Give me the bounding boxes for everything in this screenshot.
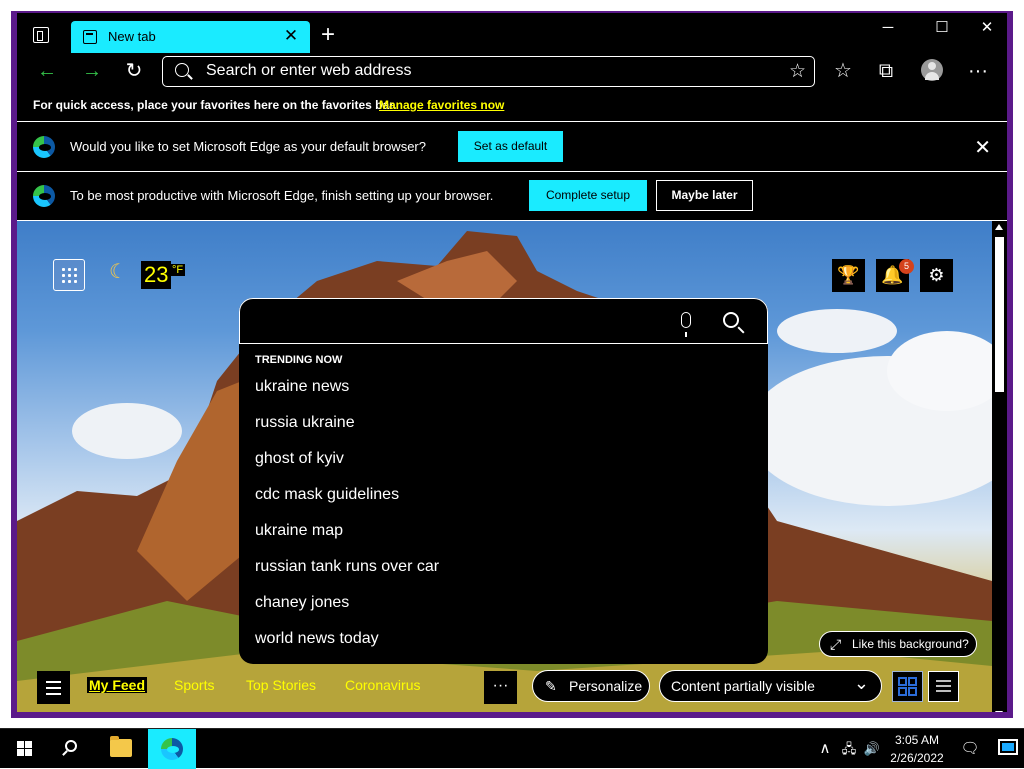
list-layout-button[interactable] xyxy=(928,671,959,702)
trending-item[interactable]: chaney jones xyxy=(255,594,349,612)
setup-message: To be most productive with Microsoft Edg… xyxy=(70,188,494,203)
trending-heading: TRENDING NOW xyxy=(255,354,343,366)
collections-button[interactable]: ⧉ xyxy=(868,53,904,89)
feed-tab-my-feed[interactable]: My Feed xyxy=(87,677,148,693)
default-browser-message: Would you like to set Microsoft Edge as … xyxy=(70,139,426,154)
show-desktop-icon[interactable] xyxy=(998,739,1018,755)
trending-item[interactable]: world news today xyxy=(255,630,379,648)
show-hidden-icons-button[interactable]: ∧ xyxy=(814,729,836,769)
page-scrollbar[interactable] xyxy=(992,221,1007,712)
tab-new-tab[interactable]: New tab ✕ xyxy=(71,21,310,53)
taskbar-clock[interactable]: 3:05 AM 2/26/2022 xyxy=(884,731,950,767)
feed-tab-coronavirus[interactable]: Coronavirus xyxy=(345,677,420,693)
microphone-icon[interactable] xyxy=(681,312,691,337)
browser-window: New tab ✕ + ─ ☐ ✕ ← → ↻ Search or enter … xyxy=(11,11,1013,718)
trending-item[interactable]: ghost of kyiv xyxy=(255,450,344,468)
weather-unit: °F xyxy=(170,264,186,276)
search-icon xyxy=(65,740,77,752)
trending-item[interactable]: ukraine map xyxy=(255,522,343,540)
scroll-up-icon[interactable] xyxy=(995,224,1003,230)
file-explorer-button[interactable] xyxy=(98,729,146,769)
start-button[interactable] xyxy=(0,729,48,769)
feed-tab-sports[interactable]: Sports xyxy=(174,677,214,693)
taskbar-search-button[interactable] xyxy=(48,729,96,769)
rewards-button[interactable]: 🏆 xyxy=(832,259,865,292)
tab-title: New tab xyxy=(108,29,156,44)
title-bar: New tab ✕ + ─ ☐ ✕ xyxy=(17,13,1007,53)
network-icon[interactable]: 🖧 xyxy=(838,729,860,769)
grid-icon xyxy=(898,677,917,696)
new-tab-button[interactable]: + xyxy=(315,21,341,49)
trending-item[interactable]: ukraine news xyxy=(255,378,349,396)
maximize-button[interactable]: ☐ xyxy=(919,13,965,43)
clock-time: 3:05 AM xyxy=(894,733,940,747)
chevron-down-icon: ⌄ xyxy=(853,673,869,693)
manage-favorites-link[interactable]: Manage favorites now xyxy=(379,98,504,112)
favorites-bar-message: For quick access, place your favorites h… xyxy=(33,98,397,112)
tab-actions-icon[interactable] xyxy=(33,27,49,43)
volume-icon[interactable]: 🔊 xyxy=(861,729,883,769)
refresh-button[interactable]: ↻ xyxy=(116,53,152,89)
minimize-button[interactable]: ─ xyxy=(865,13,911,43)
divider xyxy=(17,121,1007,122)
pencil-icon: ✎ xyxy=(545,678,557,694)
trending-item[interactable]: russia ukraine xyxy=(255,414,355,432)
add-favorite-icon[interactable]: ☆ xyxy=(789,60,806,83)
windows-logo-icon xyxy=(17,741,32,756)
address-bar[interactable]: Search or enter web address ☆ xyxy=(162,56,815,87)
taskbar: ∧ 🖧 🔊 3:05 AM 2/26/2022 🗨 xyxy=(0,728,1024,769)
web-search-input[interactable] xyxy=(239,298,768,344)
set-as-default-button[interactable]: Set as default xyxy=(458,131,563,162)
favorites-bar: For quick access, place your favorites h… xyxy=(17,91,1007,119)
search-suggestions-panel: TRENDING NOW ukraine news russia ukraine… xyxy=(239,298,768,664)
forward-button[interactable]: → xyxy=(74,53,110,89)
content-visibility-label: Content partially visible xyxy=(671,678,815,694)
back-button[interactable]: ← xyxy=(29,53,65,89)
close-infobar-icon[interactable]: ✕ xyxy=(974,135,991,160)
close-window-button[interactable]: ✕ xyxy=(964,13,1007,43)
notification-count-badge: 5 xyxy=(899,259,914,274)
edge-logo-icon xyxy=(161,738,183,760)
apps-launcher-button[interactable] xyxy=(53,259,85,291)
like-background-button[interactable]: ⤢ Like this background? xyxy=(819,631,977,657)
search-icon[interactable] xyxy=(723,312,739,328)
folder-icon xyxy=(110,736,132,757)
settings-and-more-button[interactable]: ··· xyxy=(960,53,996,89)
navigation-toolbar: ← → ↻ Search or enter web address ☆ ☆ ⧉ … xyxy=(17,53,1007,89)
address-placeholder: Search or enter web address xyxy=(206,62,412,79)
moon-icon: ☾ xyxy=(109,261,127,283)
scroll-down-icon[interactable] xyxy=(995,711,1003,712)
expand-icon: ⤢ xyxy=(830,636,842,652)
content-visibility-dropdown[interactable]: Content partially visible ⌄ xyxy=(659,670,882,702)
list-icon xyxy=(936,680,951,692)
trending-item[interactable]: cdc mask guidelines xyxy=(255,486,399,504)
clock-date: 2/26/2022 xyxy=(890,751,944,765)
scrollbar-thumb[interactable] xyxy=(995,237,1004,392)
action-center-button[interactable]: 🗨 xyxy=(955,729,985,769)
complete-setup-button[interactable]: Complete setup xyxy=(529,180,647,211)
feed-bar: My Feed Sports Top Stories Coronavirus ·… xyxy=(17,667,992,712)
personalize-button[interactable]: ✎ Personalize xyxy=(532,670,650,702)
trending-item[interactable]: russian tank runs over car xyxy=(255,558,439,576)
personalize-label: Personalize xyxy=(569,678,643,694)
edge-taskbar-button[interactable] xyxy=(148,729,196,769)
grid-layout-button[interactable] xyxy=(892,671,923,702)
setup-infobar: To be most productive with Microsoft Edg… xyxy=(17,172,1007,220)
profile-avatar[interactable] xyxy=(921,59,943,81)
feed-more-button[interactable]: ··· xyxy=(484,671,517,704)
tab-close-icon[interactable]: ✕ xyxy=(282,26,300,46)
like-background-label: Like this background? xyxy=(852,637,969,651)
feed-tab-top-stories[interactable]: Top Stories xyxy=(246,677,316,693)
default-browser-infobar: Would you like to set Microsoft Edge as … xyxy=(17,123,1007,171)
search-icon xyxy=(175,63,189,77)
new-tab-favicon-icon xyxy=(83,30,97,44)
feed-menu-button[interactable] xyxy=(37,671,70,704)
favorites-button[interactable]: ☆ xyxy=(825,53,861,89)
edge-logo-icon xyxy=(33,136,55,158)
page-settings-button[interactable]: ⚙ xyxy=(920,259,953,292)
weather-temperature[interactable]: 23 xyxy=(141,261,172,289)
maybe-later-button[interactable]: Maybe later xyxy=(656,180,753,211)
edge-logo-icon xyxy=(33,185,55,207)
